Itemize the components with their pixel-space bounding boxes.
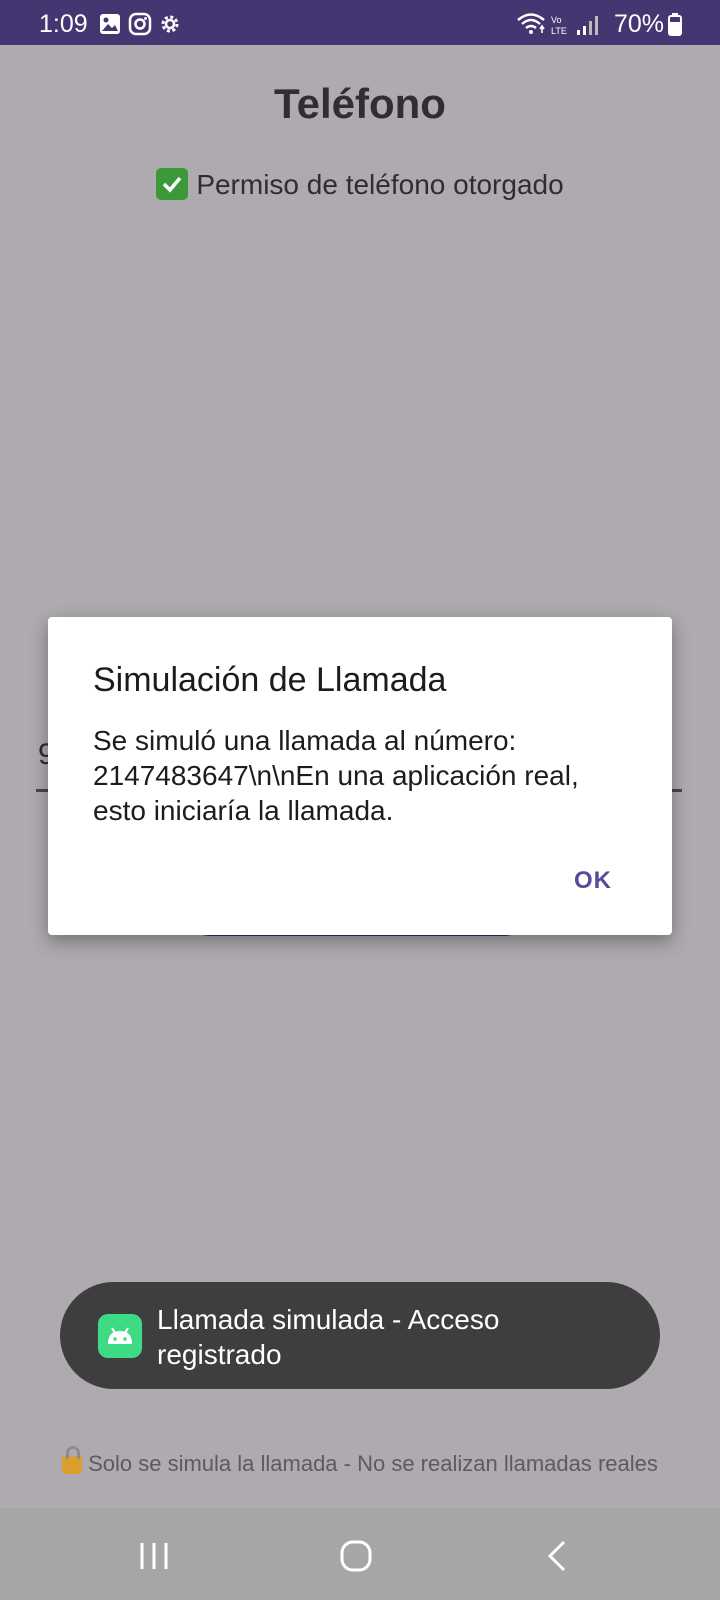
lock-icon: [62, 1446, 83, 1474]
signal-icon: [576, 14, 598, 38]
svg-text:Vo: Vo: [551, 15, 562, 25]
instagram-icon: [128, 12, 152, 36]
wifi-icon: [516, 12, 546, 36]
back-button[interactable]: [538, 1538, 578, 1574]
toast-text: Llamada simulada - Acceso registrado: [157, 1304, 500, 1370]
battery-icon: [668, 12, 682, 36]
page-title: Teléfono: [274, 80, 446, 127]
settings-icon: [158, 12, 182, 36]
permission-status: Permiso de teléfono otorgado: [0, 168, 720, 201]
recents-button[interactable]: [134, 1538, 174, 1574]
dialog-title: Simulación de Llamada: [93, 661, 447, 699]
status-time: 1:09: [39, 10, 88, 38]
toast: Llamada simulada - Acceso registrado: [60, 1282, 660, 1389]
footer-note-text: Solo se simula la llamada - No se realiz…: [88, 1451, 658, 1476]
dialog-message: Se simuló una llamada al número: 2147483…: [93, 725, 579, 826]
footer-note: Solo se simula la llamada - No se realiz…: [0, 1446, 720, 1477]
alert-dialog: Simulación de Llamada Se simuló una llam…: [48, 617, 672, 935]
battery-percent: 70%: [613, 10, 664, 38]
home-button[interactable]: [336, 1538, 376, 1574]
svg-text:LTE: LTE: [551, 26, 567, 36]
status-bar: 1:09 Vo LTE 70%: [0, 0, 720, 45]
volte-icon: Vo LTE: [550, 14, 572, 38]
permission-text: Permiso de teléfono otorgado: [196, 169, 564, 200]
checkmark-icon: [156, 168, 189, 200]
gallery-icon: [98, 12, 122, 36]
ok-button[interactable]: OK: [574, 867, 612, 895]
android-app-icon: [98, 1314, 142, 1358]
navigation-bar: [0, 1508, 720, 1600]
